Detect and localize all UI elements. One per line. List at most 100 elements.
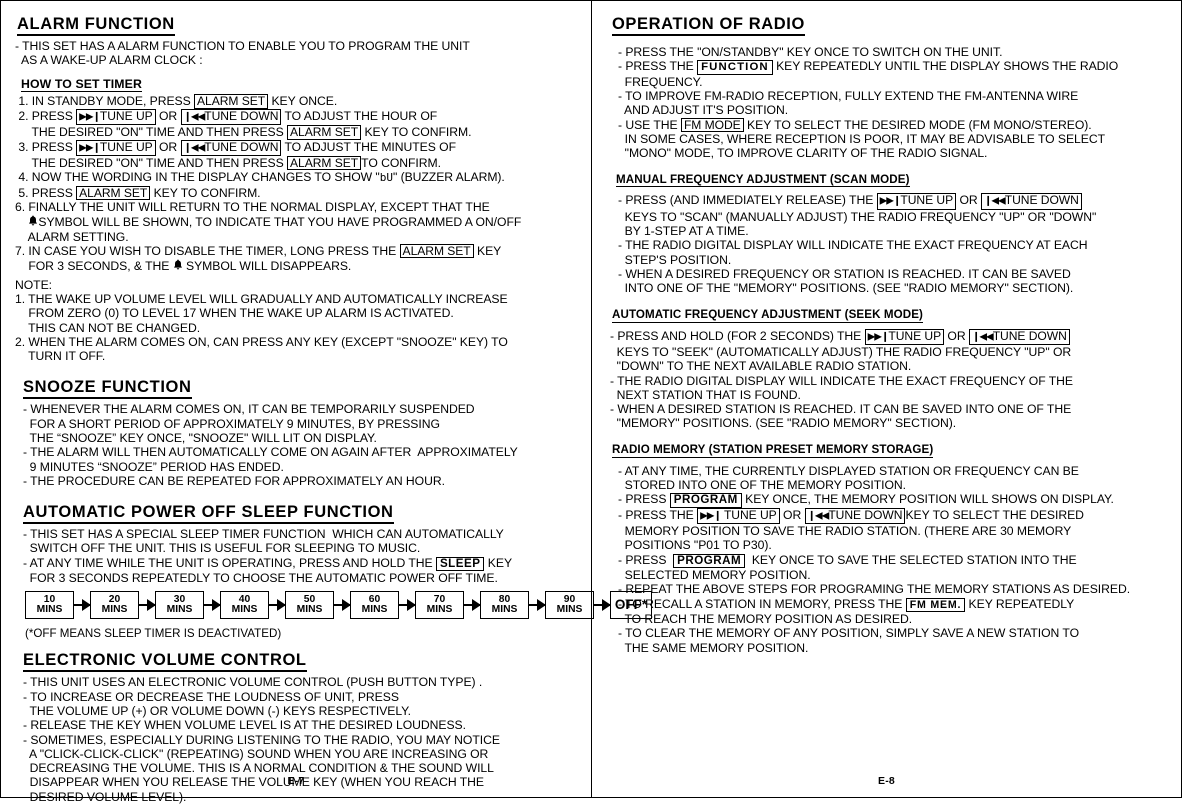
left-page: ALARM FUNCTION - THIS SET HAS A ALARM FU… (1, 1, 652, 804)
sleep-step-60min: 60 MINS (350, 591, 399, 620)
step-2-cont-pre: THE DESIRED "ON" TIME AND THEN PRESS (15, 125, 288, 140)
scan-mode-heading: MANUAL FREQUENCY ADJUSTMENT (SCAN MODE) (616, 172, 910, 188)
bell-icon-svg (173, 259, 182, 270)
timer-step-6-cont: SYMBOL WILL BE SHOWN, TO INDICATE THAT Y… (15, 214, 583, 229)
timer-step-2: 2. PRESS ▶▶❙TUNE UP OR ❙◀◀TUNE DOWN TO A… (15, 108, 583, 126)
tune-down-key[interactable]: ❙◀◀TUNE DOWN (980, 193, 1082, 210)
volume-control-heading: ELECTRONIC VOLUME CONTROL (23, 651, 307, 673)
seek-line-3: "DOWN" TO THE NEXT AVAILABLE RADIO STATI… (610, 359, 912, 374)
volume-line-5: - SOMETIMES, ESPECIALLY DURING LISTENING… (23, 732, 500, 747)
timer-step-6-cont2: ALARM SETTING. (15, 229, 129, 244)
scan-line-1: - PRESS (AND IMMEDIATELY RELEASE) THE ▶▶… (610, 193, 1173, 210)
alarm-set-key[interactable]: ALARM SET (287, 125, 362, 140)
fm-mode-key[interactable]: FM MODE (680, 117, 744, 132)
memory-line-9: - REPEAT THE ABOVE STEPS FOR PROGRAMING … (618, 582, 1131, 597)
alarm-set-key[interactable]: ALARM SET (76, 185, 151, 201)
alarm-set-key[interactable]: ALARM SET (287, 155, 362, 171)
note-item-1-cont: FROM ZERO (0) TO LEVEL 17 WHEN THE WAKE … (15, 306, 454, 321)
flow-arrow-icon (529, 599, 546, 612)
volume-line-9: DESIRED VOLUME LEVEL). (23, 789, 187, 804)
volume-line-2: - TO INCREASE OR DECREASE THE LOUDNESS O… (23, 689, 399, 704)
memory-line-7: - PRESS PROGRAM KEY ONCE TO SAVE THE SEL… (610, 552, 1173, 569)
memory-line-4-pre: - PRESS THE (618, 507, 698, 522)
program-key[interactable]: PROGRAM (669, 493, 742, 508)
memory-line-11: TO REACH THE MEMORY POSITION AS DESIRED. (618, 612, 913, 627)
tune-up-key[interactable]: ▶▶❙TUNE UP (864, 328, 945, 345)
radio-line-7: IN SOME CASES, WHERE RECEPTION IS POOR, … (618, 131, 1106, 146)
step-4-pre: 4. NOW THE WORDING IN THE DISPLAY CHANGE… (15, 170, 380, 185)
seek-line-5: NEXT STATION THAT IS FOUND. (610, 387, 801, 402)
scan-line-4: - THE RADIO DIGITAL DISPLAY WILL INDICAT… (618, 238, 1088, 253)
tune-up-key[interactable]: ▶▶❙TUNE UP (76, 108, 156, 126)
step-2-post: TO ADJUST THE HOUR OF (281, 108, 438, 123)
volume-line-4: - RELEASE THE KEY WHEN VOLUME LEVEL IS A… (23, 718, 466, 733)
sleep-function-section: AUTOMATIC POWER OFF SLEEP FUNCTION - THI… (15, 499, 652, 641)
function-key[interactable]: FUNCTION (697, 60, 773, 75)
flow-arrow-icon (269, 599, 286, 612)
left-page-number: E-7 (287, 775, 305, 787)
sleep-line-3-post: KEY (484, 555, 513, 570)
tune-down-label: TUNE DOWN (1004, 193, 1079, 208)
tune-up-label: TUNE UP (99, 108, 153, 123)
bell-icon (28, 215, 38, 230)
tune-down-key[interactable]: ❙◀◀TUNE DOWN (968, 328, 1070, 345)
radio-line-3: FREQUENCY. (618, 74, 703, 89)
tune-down-key[interactable]: ❙◀◀TUNE DOWN (804, 507, 906, 525)
step-3-cont-post: TO CONFIRM. (361, 155, 441, 170)
volume-line-3: THE VOLUME UP (+) OR VOLUME DOWN (-) KEY… (23, 704, 412, 718)
sleep-step-unit: MINS (491, 604, 518, 616)
alarm-set-key[interactable]: ALARM SET (194, 94, 269, 109)
tune-up-key[interactable]: ▶▶❙TUNE UP (876, 193, 957, 210)
sleep-step-unit: MINS (166, 604, 193, 616)
sleep-key[interactable]: SLEEP (435, 556, 485, 572)
radio-line-2-pre: - PRESS THE (618, 59, 698, 74)
seek-line-6: - WHEN A DESIRED STATION IS REACHED. IT … (610, 402, 1072, 417)
timer-step-3-cont: THE DESIRED "ON" TIME AND THEN PRESS ALA… (15, 155, 583, 171)
radio-line-6-post: KEY TO SELECT THE DESIRED MODE (FM MONO/… (743, 117, 1092, 132)
fast-forward-icon: ▶▶❙ (700, 510, 722, 522)
sleep-step-unit: MINS (231, 604, 258, 616)
fm-mem-key[interactable]: FM MEM. (905, 597, 966, 613)
tune-up-key[interactable]: ▶▶❙TUNE UP (76, 139, 156, 156)
seek-line-1-mid: OR (944, 328, 969, 343)
volume-line-7: DECREASING THE VOLUME. THIS IS A NORMAL … (23, 761, 494, 776)
memory-line-4: - PRESS THE ▶▶❙ TUNE UP OR ❙◀◀TUNE DOWN K… (610, 507, 1173, 525)
flow-arrow-icon (74, 599, 91, 612)
sleep-step-20min: 20 MINS (90, 591, 139, 620)
alarm-set-key[interactable]: ALARM SET (399, 243, 474, 259)
tune-down-label: TUNE DOWN (828, 507, 903, 522)
memory-line-6: POSITIONS "P01 TO P30). (618, 538, 772, 553)
alarm-intro-line-2: AS A WAKE-UP ALARM CLOCK : (15, 53, 203, 68)
tune-down-label: TUNE DOWN (992, 328, 1067, 343)
radio-line-4: - TO IMPROVE FM-RADIO RECEPTION, FULLY E… (618, 88, 1079, 103)
step-3-mid: OR (155, 139, 181, 154)
step-3-pre: 3. PRESS (15, 139, 77, 154)
scan-line-6: - WHEN A DESIRED FREQUENCY OR STATION IS… (618, 267, 1071, 282)
sleep-footnote: (*OFF MEANS SLEEP TIMER IS DEACTIVATED) (25, 627, 282, 641)
step-4-post: " (BUZZER ALARM). (392, 170, 505, 185)
seek-line-1-pre: - PRESS AND HOLD (FOR 2 SECONDS) THE (610, 328, 865, 343)
manual-page-spread: ALARM FUNCTION - THIS SET HAS A ALARM FU… (0, 0, 1182, 804)
timer-step-3: 3. PRESS ▶▶❙TUNE UP OR ❙◀◀TUNE DOWN TO A… (15, 139, 583, 156)
step-3-cont-pre: THE DESIRED "ON" TIME AND THEN PRESS (15, 155, 288, 170)
sleep-line-3-pre: - AT ANY TIME WHILE THE UNIT IS OPERATIN… (23, 555, 436, 570)
memory-line-1: - AT ANY TIME, THE CURRENTLY DISPLAYED S… (618, 463, 1079, 478)
memory-line-2: STORED INTO ONE OF THE MEMORY POSITION. (618, 477, 907, 492)
tune-down-key[interactable]: ❙◀◀TUNE DOWN (180, 139, 282, 156)
tune-up-label: TUNE UP (888, 328, 942, 343)
flow-arrow-icon (334, 599, 351, 612)
sleep-line-4: FOR 3 SECONDS REPEATEDLY TO CHOOSE THE A… (23, 571, 498, 586)
snooze-line-4: - THE ALARM WILL THEN AUTOMATICALLY COME… (23, 445, 518, 460)
note-item-2: 2. WHEN THE ALARM COMES ON, CAN PRESS AN… (15, 334, 508, 349)
scan-line-1-pre: - PRESS (AND IMMEDIATELY RELEASE) THE (618, 193, 877, 208)
tune-down-key[interactable]: ❙◀◀TUNE DOWN (180, 108, 282, 126)
scan-line-2: KEYS TO "SCAN" (MANUALLY ADJUST) THE RAD… (618, 209, 1097, 224)
memory-line-7-post: KEY ONCE TO SAVE THE SELECTED STATION IN… (745, 552, 1077, 567)
note-item-1: 1. THE WAKE UP VOLUME LEVEL WILL GRADUAL… (15, 291, 508, 306)
tune-up-key[interactable]: ▶▶❙ TUNE UP (697, 507, 780, 525)
program-key[interactable]: PROGRAM (673, 553, 746, 569)
flow-arrow-icon (399, 599, 416, 612)
snooze-line-1: - WHENEVER THE ALARM COMES ON, IT CAN BE… (23, 402, 475, 417)
note-item-1-cont2: THIS CAN NOT BE CHANGED. (15, 320, 201, 335)
bell-icon (173, 259, 183, 274)
